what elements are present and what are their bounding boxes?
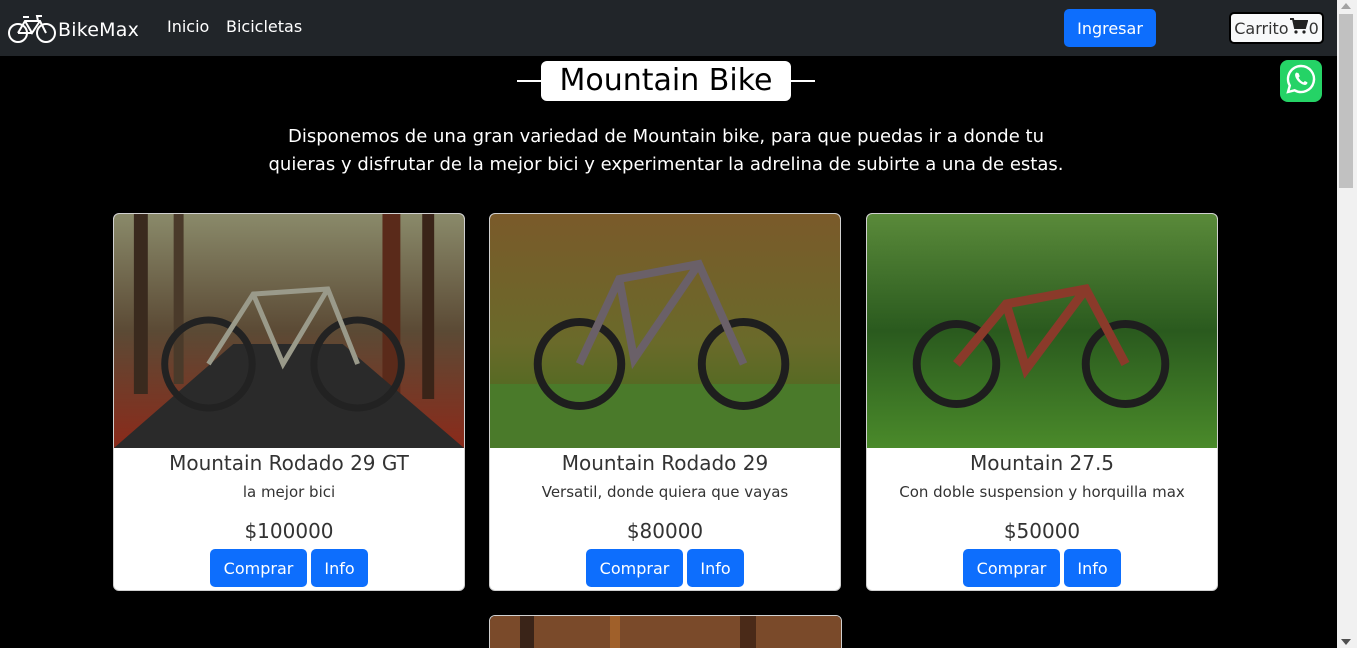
- login-button[interactable]: Ingresar: [1064, 9, 1156, 47]
- info-button[interactable]: Info: [311, 549, 368, 587]
- section-heading: Mountain Bike: [517, 61, 815, 101]
- buy-button[interactable]: Comprar: [210, 549, 307, 587]
- page-title: Mountain Bike: [541, 61, 791, 101]
- product-card: Mountain Rodado 29 GT la mejor bici $100…: [113, 213, 465, 591]
- product-title: Mountain Rodado 29: [561, 451, 769, 475]
- buy-button[interactable]: Comprar: [586, 549, 683, 587]
- product-card: Mountain 27.5 Con doble suspension y hor…: [866, 213, 1218, 591]
- product-price: $50000: [1003, 519, 1081, 543]
- product-price: $100000: [244, 519, 334, 543]
- cart-button[interactable]: Carrito 0: [1229, 12, 1324, 44]
- whatsapp-button[interactable]: [1280, 60, 1322, 102]
- scroll-up-arrow-icon[interactable]: [1341, 3, 1351, 9]
- product-image: [867, 214, 1217, 448]
- product-image: [490, 616, 841, 648]
- product-title: Mountain 27.5: [969, 451, 1115, 475]
- navbar: BikeMax Inicio Bicicletas Ingresar Carri…: [0, 0, 1337, 56]
- scroll-down-arrow-icon[interactable]: [1341, 639, 1351, 645]
- product-image: [490, 214, 840, 448]
- cart-label: Carrito: [1234, 18, 1289, 38]
- brand-link[interactable]: BikeMax: [7, 12, 139, 48]
- info-button[interactable]: Info: [1064, 549, 1121, 587]
- heading-line-right: [791, 80, 815, 82]
- product-card: Mountain Rodado 29 Versatil, donde quier…: [489, 213, 841, 591]
- product-title: Mountain Rodado 29 GT: [169, 451, 409, 475]
- product-description: Con doble suspension y horquilla max: [899, 483, 1185, 501]
- product-image: [114, 214, 464, 448]
- cart-icon: [1289, 18, 1308, 38]
- whatsapp-icon: [1285, 63, 1317, 99]
- cart-count: 0: [1308, 18, 1319, 38]
- page-scrollbar[interactable]: [1337, 0, 1357, 648]
- info-button[interactable]: Info: [687, 549, 744, 587]
- intro-text: Disponemos de una gran variedad de Mount…: [268, 126, 1064, 175]
- brand-name: BikeMax: [58, 19, 140, 41]
- product-price: $80000: [626, 519, 704, 543]
- product-description: la mejor bici: [242, 483, 336, 501]
- buy-button[interactable]: Comprar: [963, 549, 1060, 587]
- bicycle-icon: [7, 12, 57, 48]
- product-card-partial: [489, 615, 842, 648]
- nav-link-inicio[interactable]: Inicio: [167, 17, 209, 36]
- nav-link-bicicletas[interactable]: Bicicletas: [226, 17, 302, 36]
- scroll-thumb[interactable]: [1339, 14, 1353, 188]
- product-description: Versatil, donde quiera que vayas: [541, 483, 789, 501]
- heading-line-left: [517, 80, 541, 82]
